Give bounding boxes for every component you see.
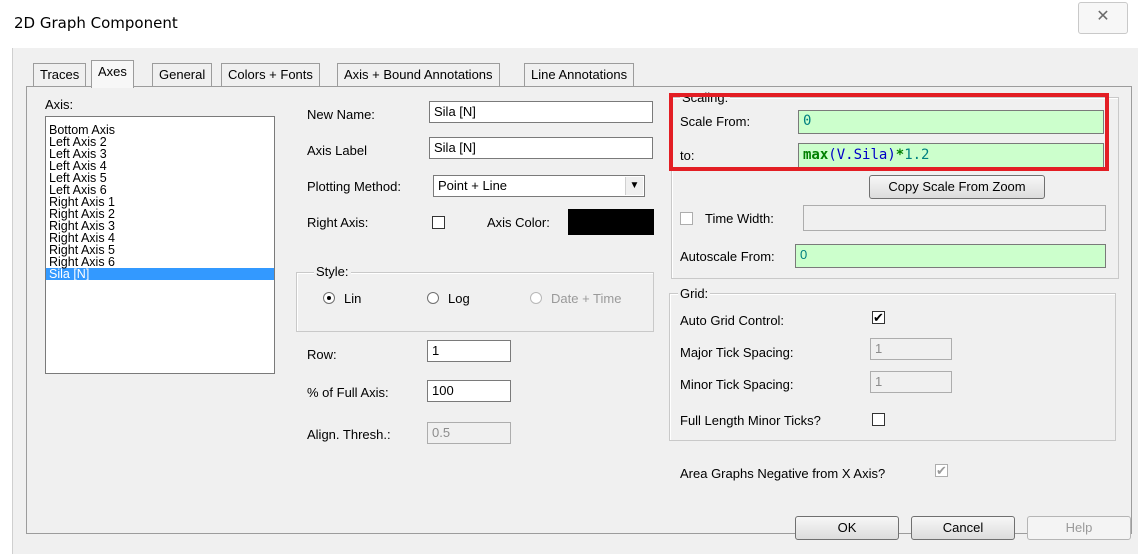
copy-scale-from-zoom-button[interactable]: Copy Scale From Zoom — [869, 175, 1045, 199]
row-input[interactable]: 1 — [427, 340, 511, 362]
radio-lin-label: Lin — [344, 291, 362, 306]
full-length-minor-ticks-checkbox[interactable] — [872, 413, 885, 426]
plotting-method-label: Plotting Method: — [307, 179, 401, 194]
right-axis-label: Right Axis: — [307, 215, 369, 230]
close-icon: ✕ — [1096, 8, 1110, 25]
percent-full-axis-input[interactable]: 100 — [427, 380, 511, 402]
cancel-button[interactable]: Cancel — [911, 516, 1015, 540]
percent-full-axis-label: % of Full Axis: — [307, 385, 389, 400]
list-item-selected[interactable]: Sila [N] — [46, 268, 274, 280]
radio-lin[interactable] — [323, 292, 335, 304]
right-axis-checkbox[interactable] — [432, 216, 445, 229]
full-length-minor-ticks-label: Full Length Minor Ticks? — [680, 413, 821, 428]
plotting-method-value: Point + Line — [438, 178, 508, 193]
close-button[interactable]: ✕ — [1078, 2, 1128, 34]
tab-traces[interactable]: Traces — [33, 63, 87, 86]
major-tick-spacing-input[interactable]: 1 — [870, 338, 952, 360]
axis-label-input[interactable]: Sila [N] — [429, 137, 653, 159]
help-button[interactable]: Help — [1027, 516, 1131, 540]
autoscale-from-input[interactable]: 0 — [795, 244, 1106, 268]
axis-color-label: Axis Color: — [487, 215, 550, 230]
major-tick-spacing-label: Major Tick Spacing: — [680, 345, 794, 360]
autoscale-from-label: Autoscale From: — [680, 249, 775, 264]
window-title: 2D Graph Component — [14, 14, 178, 32]
style-legend: Style: — [314, 264, 351, 279]
tab-axes[interactable]: Axes — [91, 60, 134, 88]
new-name-input[interactable]: Sila [N] — [429, 101, 653, 123]
tab-colors-fonts[interactable]: Colors + Fonts — [221, 63, 320, 86]
radio-log[interactable] — [427, 292, 439, 304]
align-thresh-input[interactable]: 0.5 — [427, 422, 511, 444]
ok-button[interactable]: OK — [795, 516, 899, 540]
tab-general[interactable]: General — [152, 63, 213, 86]
chevron-down-icon[interactable]: ▼ — [625, 177, 643, 195]
radio-log-label: Log — [448, 291, 470, 306]
minor-tick-spacing-label: Minor Tick Spacing: — [680, 377, 794, 392]
auto-grid-control-checkbox[interactable]: ✔ — [872, 311, 885, 324]
plotting-method-select[interactable]: Point + Line ▼ — [433, 175, 645, 197]
axis-listbox[interactable]: Bottom Axis Left Axis 2 Left Axis 3 Left… — [45, 116, 275, 374]
highlight-box — [669, 93, 1109, 171]
radio-date-time-label: Date + Time — [551, 291, 622, 306]
area-graphs-negative-checkbox[interactable]: ✔ — [935, 464, 948, 477]
axis-label-label: Axis Label — [307, 143, 367, 158]
auto-grid-control-label: Auto Grid Control: — [680, 313, 785, 328]
tab-axis-bound-annotations[interactable]: Axis + Bound Annotations — [337, 63, 500, 86]
new-name-label: New Name: — [307, 107, 375, 122]
time-width-input[interactable] — [803, 205, 1106, 231]
axis-list-label: Axis: — [45, 97, 74, 112]
row-label: Row: — [307, 347, 337, 362]
area-graphs-negative-label: Area Graphs Negative from X Axis? — [680, 466, 886, 481]
grid-legend: Grid: — [678, 286, 711, 301]
tab-line-annotations[interactable]: Line Annotations — [524, 63, 635, 86]
minor-tick-spacing-input[interactable]: 1 — [870, 371, 952, 393]
time-width-label: Time Width: — [705, 211, 774, 226]
time-width-checkbox[interactable] — [680, 212, 693, 225]
axis-color-swatch[interactable] — [568, 209, 654, 235]
align-thresh-label: Align. Thresh.: — [307, 427, 391, 442]
radio-date-time[interactable] — [530, 292, 542, 304]
